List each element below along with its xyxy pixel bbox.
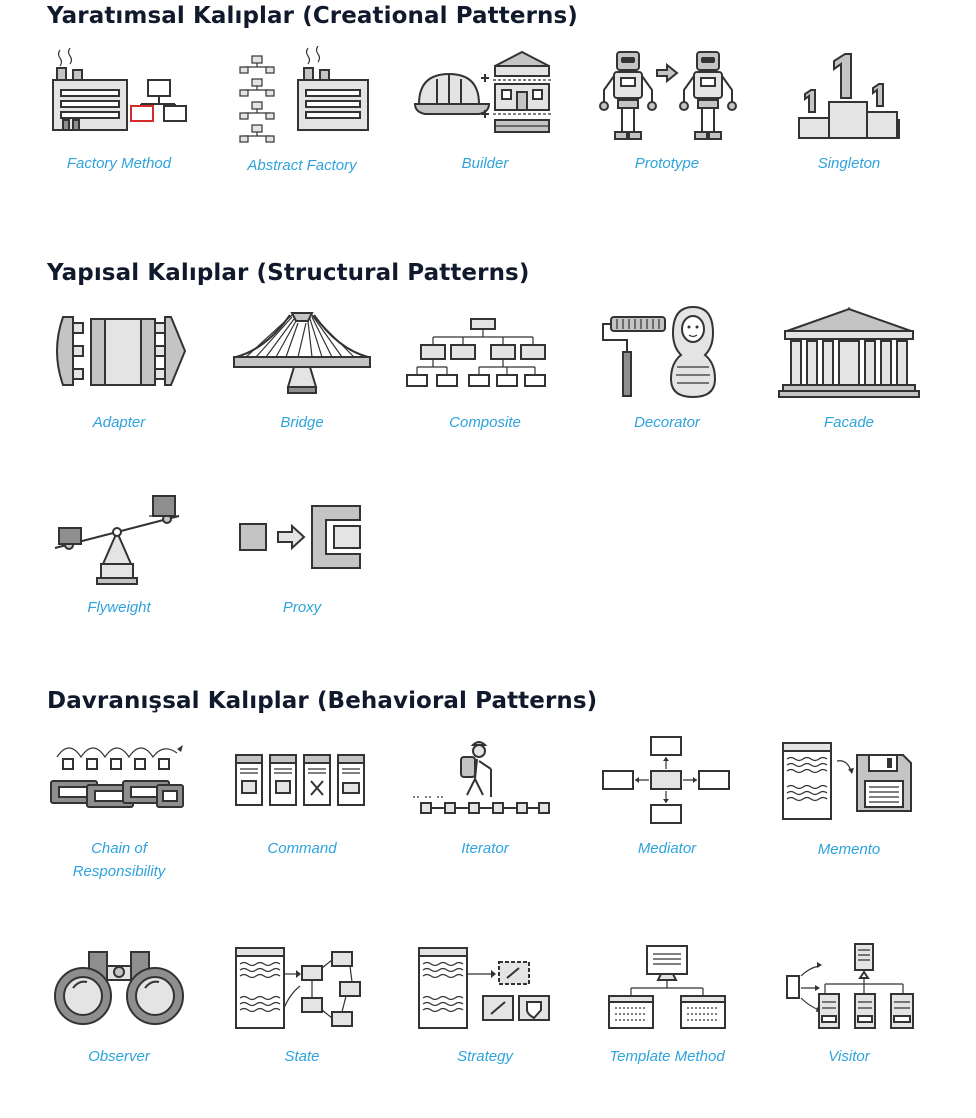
floppy-disk-icon	[782, 742, 912, 820]
pattern-label: Iterator	[461, 840, 509, 857]
pattern-label: Visitor	[828, 1048, 870, 1065]
seesaw-icon	[54, 495, 180, 585]
mediator-hub-icon	[602, 736, 730, 824]
pattern-proxy[interactable]: Proxy	[216, 490, 388, 640]
pattern-template-method[interactable]: Template Method	[581, 938, 753, 1088]
pattern-label: Facade	[823, 414, 875, 431]
pattern-label: Chain of Responsibility	[72, 840, 166, 880]
pattern-visitor[interactable]: Visitor	[763, 938, 935, 1088]
pattern-singleton[interactable]: Singleton	[763, 46, 935, 196]
pattern-memento[interactable]: Memento	[763, 731, 935, 881]
pattern-command[interactable]: Command	[216, 731, 388, 881]
pattern-label: Bridge	[280, 414, 324, 431]
binoculars-icon	[54, 951, 184, 1025]
visitor-tree-icon	[786, 943, 914, 1029]
pattern-strategy[interactable]: Strategy	[399, 938, 571, 1088]
pattern-bridge[interactable]: Bridge	[216, 305, 388, 455]
proxy-box-icon	[239, 505, 361, 569]
pattern-factory-method[interactable]: Factory Method	[33, 46, 205, 196]
pattern-label: Template Method	[609, 1048, 725, 1065]
command-cards-icon	[235, 754, 365, 806]
pattern-label: Memento	[817, 841, 881, 858]
pattern-label: Factory Method	[66, 155, 172, 172]
pattern-composite[interactable]: Composite	[399, 305, 571, 455]
strategy-tools-icon	[418, 947, 550, 1029]
pattern-chain-of-responsibility[interactable]: Chain of Responsibility	[33, 731, 205, 881]
pattern-label: Flyweight	[87, 599, 151, 616]
paint-roller-doll-icon	[602, 305, 717, 399]
pattern-label: Command	[267, 840, 337, 857]
pattern-decorator[interactable]: Decorator	[581, 305, 753, 455]
podium-icon	[798, 53, 900, 139]
section-title-creational: Yaratımsal Kalıplar (Creational Patterns…	[47, 3, 578, 29]
bridge-icon	[233, 312, 371, 394]
monitor-template-icon	[608, 945, 726, 1029]
pattern-label: State	[284, 1048, 320, 1065]
pattern-label: Abstract Factory	[247, 157, 357, 174]
pattern-observer[interactable]: Observer	[33, 938, 205, 1088]
pattern-label: Composite	[449, 414, 521, 431]
plug-adapter-icon	[56, 316, 187, 386]
section-title-structural: Yapısal Kalıplar (Structural Patterns)	[47, 260, 530, 286]
pattern-state[interactable]: State	[216, 938, 388, 1088]
pattern-prototype[interactable]: Prototype	[581, 46, 753, 196]
tree-hierarchy-icon	[406, 318, 546, 387]
section-title-behavioral: Davranışsal Kalıplar (Behavioral Pattern…	[47, 688, 598, 714]
pattern-iterator[interactable]: Iterator	[399, 731, 571, 881]
factory-icon	[52, 47, 187, 131]
chain-links-icon	[50, 745, 184, 808]
hiker-path-icon	[413, 741, 550, 814]
hardhat-house-icon	[413, 50, 551, 133]
pattern-label: Strategy	[457, 1048, 513, 1065]
pattern-label: Adapter	[92, 414, 146, 431]
pattern-label: Observer	[88, 1048, 150, 1065]
pattern-facade[interactable]: Facade	[763, 305, 935, 455]
pattern-label: Singleton	[817, 155, 881, 172]
pattern-label: Prototype	[634, 155, 700, 172]
pattern-builder[interactable]: Builder	[399, 46, 571, 196]
pattern-abstract-factory[interactable]: Abstract Factory	[216, 46, 388, 196]
pattern-flyweight[interactable]: Flyweight	[33, 490, 205, 640]
pattern-label: Proxy	[282, 599, 322, 616]
pattern-label: Decorator	[634, 414, 700, 431]
state-machine-icon	[235, 947, 361, 1029]
abstract-factory-icon	[239, 46, 369, 143]
pattern-mediator[interactable]: Mediator	[581, 731, 753, 881]
pattern-label: Builder	[461, 155, 509, 172]
pattern-label: Mediator	[637, 840, 697, 857]
pattern-adapter[interactable]: Adapter	[33, 305, 205, 455]
temple-facade-icon	[778, 307, 920, 398]
robot-clone-icon	[599, 51, 737, 140]
